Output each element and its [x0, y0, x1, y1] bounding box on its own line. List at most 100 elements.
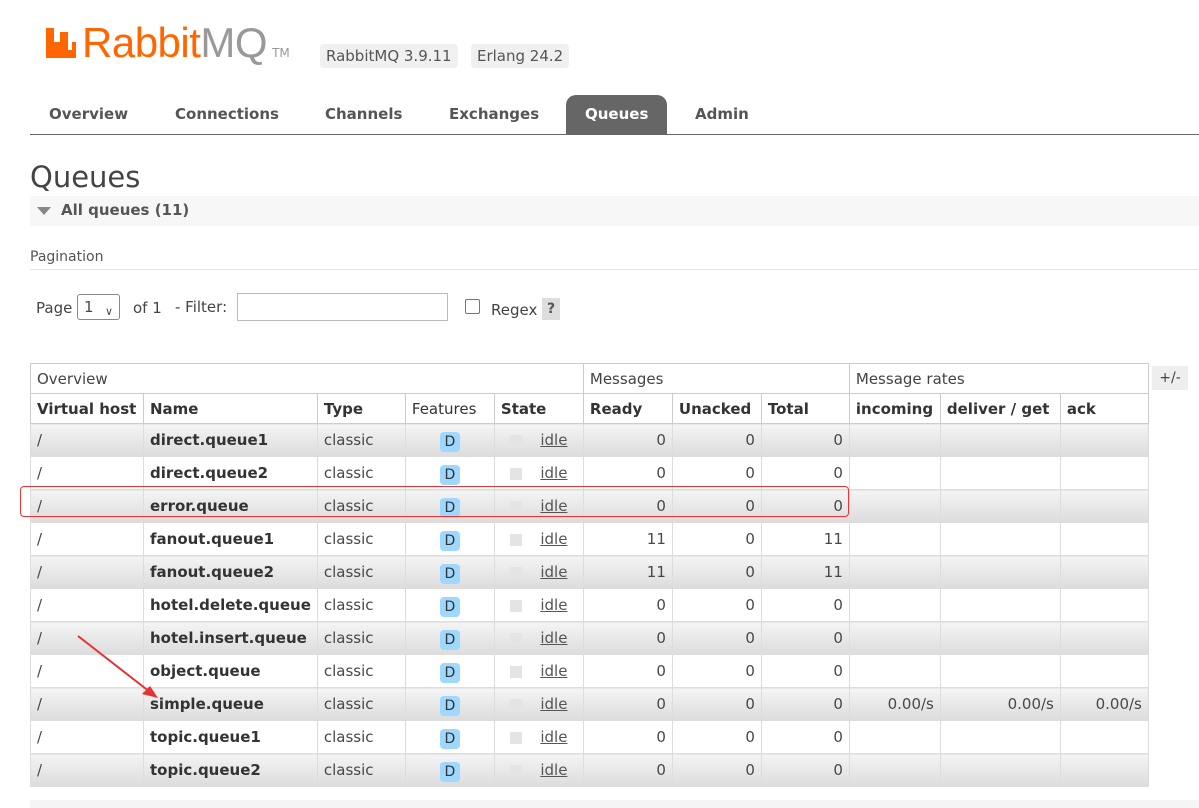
- cell-total: 0: [760, 489, 850, 523]
- pagination-heading: Pagination: [30, 249, 104, 265]
- cell-total: 0: [760, 687, 850, 721]
- filter-input[interactable]: [237, 293, 448, 321]
- cell-type: classic: [316, 522, 406, 556]
- cell-deliver-get: [939, 555, 1061, 589]
- cell-type: classic: [316, 456, 406, 490]
- cell-deliver-get: [939, 423, 1061, 457]
- durable-badge: D: [439, 564, 460, 584]
- cell-state: idle: [493, 555, 584, 589]
- col-virtual-host[interactable]: Virtual host: [30, 393, 144, 424]
- cell-ready: 0: [582, 621, 673, 655]
- table-row: / topic.queue2 classic Didle 0 0 0: [30, 753, 1149, 787]
- cell-deliver-get: [939, 522, 1061, 556]
- state-indicator-icon: [510, 665, 523, 678]
- cell-vhost: /: [30, 489, 144, 523]
- table-row: / topic.queue1 classic Didle 0 0 0: [30, 720, 1149, 754]
- cell-incoming: [848, 621, 941, 655]
- cell-features: D: [404, 423, 495, 457]
- cell-ack: [1059, 753, 1149, 787]
- cell-deliver-get: [939, 654, 1061, 688]
- col-name[interactable]: Name: [143, 393, 318, 424]
- tab-overview[interactable]: Overview: [35, 95, 142, 134]
- erlang-version-badge: Erlang 24.2: [471, 44, 570, 68]
- cell-features: D: [404, 456, 495, 490]
- queue-name-link[interactable]: error.queue: [143, 489, 318, 523]
- toggle-columns-button[interactable]: +/-: [1152, 366, 1188, 390]
- cell-ack: [1059, 522, 1149, 556]
- col-type[interactable]: Type: [316, 393, 406, 424]
- cell-incoming: [848, 489, 941, 523]
- cell-ready: 11: [582, 555, 673, 589]
- col-ready[interactable]: Ready: [582, 393, 673, 424]
- cell-state: idle: [493, 654, 584, 688]
- col-unacked[interactable]: Unacked: [671, 393, 762, 424]
- tab-channels[interactable]: Channels: [311, 95, 416, 134]
- cell-unacked: 0: [671, 588, 762, 622]
- queue-name-link[interactable]: topic.queue1: [143, 720, 318, 754]
- cell-state: idle: [493, 720, 584, 754]
- all-queues-section-toggle[interactable]: All queues (11): [30, 196, 1199, 226]
- tab-connections[interactable]: Connections: [161, 95, 293, 134]
- col-total[interactable]: Total: [760, 393, 850, 424]
- divider: [30, 269, 1199, 270]
- cell-type: classic: [316, 753, 406, 787]
- cell-unacked: 0: [671, 753, 762, 787]
- queue-name-link[interactable]: direct.queue1: [143, 423, 318, 457]
- state-text: idle: [540, 464, 568, 482]
- cell-vhost: /: [30, 423, 144, 457]
- cell-ack: [1059, 588, 1149, 622]
- annotation-arrow-icon: [77, 635, 158, 698]
- table-row: / error.queue classic Didle 0 0 0: [30, 489, 1149, 523]
- cell-ack: [1059, 654, 1149, 688]
- tab-queues[interactable]: Queues: [566, 95, 668, 134]
- cell-deliver-get: 0.00/s: [939, 687, 1061, 721]
- footer-section: [30, 800, 1199, 808]
- rabbitmq-logo[interactable]: RabbitMQ TM: [44, 22, 290, 64]
- state-indicator-icon: [510, 698, 523, 711]
- cell-deliver-get: [939, 720, 1061, 754]
- logo-text: RabbitMQ: [82, 19, 268, 66]
- state-indicator-icon: [510, 467, 523, 480]
- queue-name-link[interactable]: fanout.queue1: [143, 522, 318, 556]
- cell-features: D: [404, 687, 495, 721]
- cell-vhost: /: [30, 720, 144, 754]
- col-ack[interactable]: ack: [1059, 393, 1149, 424]
- cell-features: D: [404, 555, 495, 589]
- cell-features: D: [404, 522, 495, 556]
- col-deliver-get[interactable]: deliver / get: [939, 393, 1061, 424]
- cell-unacked: 0: [671, 423, 762, 457]
- table-row: / direct.queue2 classic Didle 0 0 0: [30, 456, 1149, 490]
- queue-name-link[interactable]: direct.queue2: [143, 456, 318, 490]
- state-text: idle: [540, 596, 568, 614]
- regex-label: Regex: [491, 301, 538, 319]
- caret-down-icon: [37, 207, 51, 215]
- page-title: Queues: [30, 160, 141, 194]
- queue-name-link[interactable]: topic.queue2: [143, 753, 318, 787]
- trademark: TM: [272, 46, 290, 60]
- cell-features: D: [404, 720, 495, 754]
- state-text: idle: [540, 662, 568, 680]
- tab-admin[interactable]: Admin: [681, 95, 763, 134]
- cell-vhost: /: [30, 753, 144, 787]
- help-button[interactable]: ?: [542, 298, 560, 320]
- cell-unacked: 0: [671, 687, 762, 721]
- cell-features: D: [404, 621, 495, 655]
- cell-incoming: [848, 753, 941, 787]
- cell-vhost: /: [30, 456, 144, 490]
- cell-unacked: 0: [671, 621, 762, 655]
- cell-ack: [1059, 555, 1149, 589]
- col-state[interactable]: State: [493, 393, 584, 424]
- queue-name-link[interactable]: hotel.delete.queue: [143, 588, 318, 622]
- cell-incoming: [848, 522, 941, 556]
- cell-features: D: [404, 654, 495, 688]
- cell-ready: 0: [582, 654, 673, 688]
- queue-name-link[interactable]: fanout.queue2: [143, 555, 318, 589]
- regex-checkbox[interactable]: [465, 299, 480, 314]
- page-select[interactable]: 1 ∨: [77, 294, 120, 320]
- cell-total: 0: [760, 621, 850, 655]
- cell-deliver-get: [939, 588, 1061, 622]
- tab-exchanges[interactable]: Exchanges: [435, 95, 553, 134]
- group-overview: Overview: [30, 363, 584, 394]
- cell-ready: 0: [582, 720, 673, 754]
- col-incoming[interactable]: incoming: [848, 393, 941, 424]
